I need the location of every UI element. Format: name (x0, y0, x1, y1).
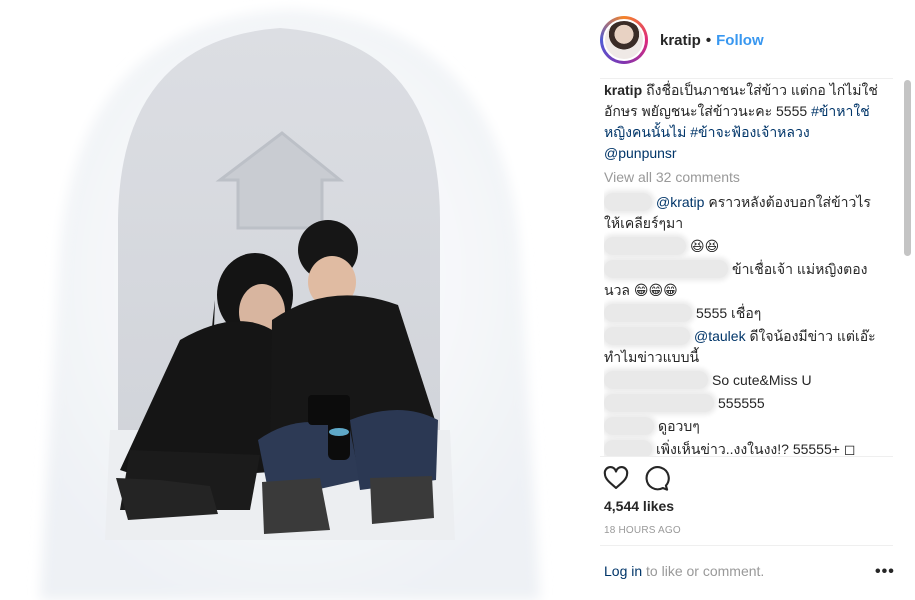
avatar-image (603, 19, 645, 61)
comments-list[interactable]: kratip ถึงชื่อเป็นภาชนะใส่ข้าว แต่กอ ไก่ไ… (604, 80, 881, 456)
comments-divider (600, 456, 893, 457)
comment-text: 😆😆 (690, 238, 720, 254)
blurred-username (604, 327, 690, 345)
comment-text: ดูอวบๆ (658, 418, 700, 434)
comment-mention[interactable]: @taulek (694, 328, 746, 344)
comment-text: 555555 (718, 395, 765, 411)
comment-item: So cute&Miss U (604, 370, 881, 391)
header-divider (600, 78, 893, 79)
follow-button[interactable]: Follow (716, 32, 764, 49)
blurred-username (604, 260, 728, 278)
blurred-username (604, 371, 708, 389)
login-prompt-text: to like or comment. (646, 563, 765, 579)
post-timestamp: 18 HOURS AGO (604, 525, 681, 536)
likes-count[interactable]: 4,544 likes (604, 498, 674, 514)
comment-item: 555555 (604, 393, 881, 414)
comment-item: ดูอวบๆ (604, 416, 881, 437)
caption-mention[interactable]: @punpunsr (604, 145, 677, 161)
comment-text: เพิ่งเห็นข่าว..งงในงง!? 55555+ ◻ (656, 441, 856, 456)
profile-username[interactable]: kratip (660, 32, 701, 49)
blurred-username (604, 237, 686, 255)
comment-item: 😆😆 (604, 236, 881, 257)
footer-divider (600, 545, 893, 546)
header-text: kratip • Follow (660, 32, 764, 49)
blurred-username (604, 193, 652, 211)
comment-text: So cute&Miss U (712, 372, 812, 388)
header-separator: • (705, 31, 712, 49)
blurred-username (604, 304, 692, 322)
comments-scrollbar[interactable] (904, 80, 911, 256)
profile-avatar[interactable] (600, 16, 648, 64)
post-caption: kratip ถึงชื่อเป็นภาชนะใส่ข้าว แต่กอ ไก่ไ… (604, 80, 881, 164)
blurred-username (604, 440, 652, 456)
comment-item: เพิ่งเห็นข่าว..งงในงง!? 55555+ ◻ (604, 439, 881, 456)
comment-item: ข้าเชื่อเจ้า แม่หญิงตองนวล 😁😁😁 (604, 259, 881, 301)
comment-item: @taulek ดีใจน้องมีข่าว แต่เอ๊ะ ทำไมข่าวแ… (604, 326, 881, 368)
blurred-username (604, 417, 654, 435)
blurred-username (604, 394, 714, 412)
post-photo[interactable] (0, 0, 585, 600)
comment-button[interactable] (642, 464, 672, 494)
post-actions (602, 464, 682, 494)
post-side-panel: kratip • Follow kratip ถึงชื่อเป็นภาชนะใส… (585, 0, 915, 600)
comment-mention[interactable]: @kratip (656, 194, 704, 210)
login-prompt: Log in to like or comment. (604, 563, 764, 579)
comment-item: @kratip คราวหลังต้องบอกใส่ข้าวไรให้เคลีย… (604, 192, 881, 234)
comment-item: 5555 เชื่อๆ (604, 303, 881, 324)
caption-hashtag-2[interactable]: #ข้าจะฟ้องเจ้าหลวง (690, 124, 809, 140)
comment-text: 5555 เชื่อๆ (696, 305, 762, 321)
login-link[interactable]: Log in (604, 563, 642, 579)
photo-scene (0, 0, 585, 600)
post-header: kratip • Follow (600, 15, 764, 65)
comment-bubble-icon (645, 466, 670, 491)
like-button[interactable] (602, 464, 632, 494)
view-all-comments-link[interactable]: View all 32 comments (604, 167, 881, 188)
heart-icon (603, 466, 629, 489)
more-options-icon[interactable]: ••• (875, 563, 895, 581)
caption-username[interactable]: kratip (604, 82, 642, 98)
